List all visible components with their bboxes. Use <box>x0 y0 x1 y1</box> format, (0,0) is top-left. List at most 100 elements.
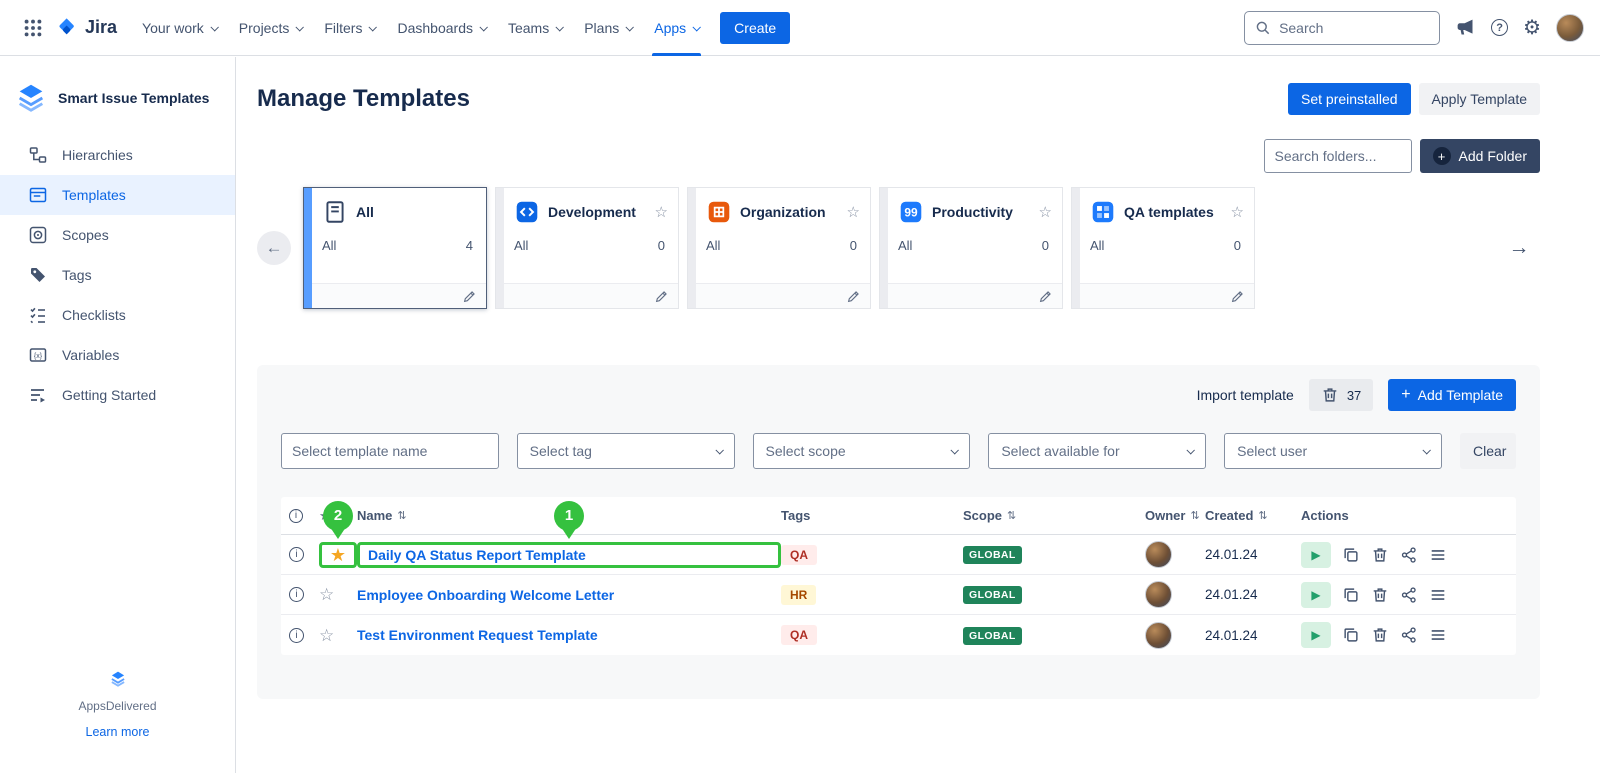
copy-icon[interactable] <box>1342 586 1360 604</box>
help-icon[interactable]: ? <box>1491 19 1508 36</box>
chevron-down-icon <box>296 23 304 31</box>
global-search[interactable] <box>1244 11 1440 45</box>
trash-icon[interactable] <box>1371 586 1389 604</box>
user-avatar[interactable] <box>1556 14 1584 42</box>
edit-pencil-icon[interactable] <box>846 289 861 304</box>
trash-bin-button[interactable]: 37 <box>1309 379 1373 411</box>
more-menu-icon[interactable] <box>1429 626 1447 644</box>
topnav-right: ? ⚙ <box>1244 11 1584 45</box>
more-menu-icon[interactable] <box>1429 546 1447 564</box>
header-name[interactable]: Name <box>357 508 392 523</box>
sort-icon[interactable]: ⇅ <box>1007 509 1016 522</box>
template-name-link[interactable]: Test Environment Request Template <box>357 627 781 643</box>
edit-pencil-icon[interactable] <box>654 289 669 304</box>
sidebar-item-hierarchies[interactable]: Hierarchies <box>0 135 235 175</box>
folder-card-all[interactable]: All All 4 <box>303 187 487 309</box>
appsdelivered-label: AppsDelivered <box>0 699 235 713</box>
info-icon[interactable]: i <box>289 628 304 643</box>
sidebar-item-getting-started[interactable]: Getting Started <box>0 375 235 415</box>
add-folder-button[interactable]: + Add Folder <box>1420 139 1540 173</box>
favorite-star-icon[interactable]: ☆ <box>655 203 668 221</box>
sidebar-item-variables[interactable]: {x} Variables <box>0 335 235 375</box>
nav-filters[interactable]: Filters <box>313 0 386 56</box>
apply-template-play-button[interactable]: ▶ <box>1301 542 1331 568</box>
nav-teams[interactable]: Teams <box>497 0 573 56</box>
nav-apps[interactable]: Apps <box>643 0 710 56</box>
folder-subtitle: All <box>1090 238 1104 253</box>
import-template-link[interactable]: Import template <box>1197 387 1294 403</box>
sidebar-item-templates[interactable]: Templates <box>0 175 235 215</box>
sidebar-item-tags[interactable]: Tags <box>0 255 235 295</box>
clear-filters-button[interactable]: Clear <box>1460 433 1516 469</box>
folder-card-organization[interactable]: Organization ☆ All 0 <box>687 187 871 309</box>
favorite-star-icon[interactable]: ☆ <box>1039 203 1052 221</box>
folder-stripe <box>1072 188 1080 308</box>
sidebar-item-scopes[interactable]: Scopes <box>0 215 235 255</box>
share-icon[interactable] <box>1400 546 1418 564</box>
header-created[interactable]: Created <box>1205 508 1253 523</box>
share-icon[interactable] <box>1400 626 1418 644</box>
filter-user-select[interactable]: Select user <box>1224 433 1442 469</box>
set-preinstalled-button[interactable]: Set preinstalled <box>1288 83 1411 115</box>
annotation-box-name: Daily QA Status Report Template 1 <box>357 542 781 568</box>
folder-card-productivity[interactable]: 99 Productivity ☆ All 0 <box>879 187 1063 309</box>
folder-subtitle: All <box>706 238 720 253</box>
app-switcher-icon[interactable] <box>16 11 50 45</box>
folder-card-development[interactable]: Development ☆ All 0 <box>495 187 679 309</box>
search-input[interactable] <box>1279 20 1429 36</box>
apply-template-play-button[interactable]: ▶ <box>1301 582 1331 608</box>
favorite-star-icon[interactable]: ☆ <box>847 203 860 221</box>
copy-icon[interactable] <box>1342 546 1360 564</box>
favorite-star-icon[interactable]: ☆ <box>1231 203 1244 221</box>
learn-more-link[interactable]: Learn more <box>86 725 150 739</box>
carousel-next-button[interactable]: → <box>1502 231 1536 265</box>
trash-icon[interactable] <box>1371 626 1389 644</box>
chevron-down-icon <box>479 23 487 31</box>
info-icon[interactable]: i <box>289 547 304 562</box>
favorite-star-icon[interactable]: ☆ <box>319 627 357 644</box>
owner-avatar[interactable] <box>1145 541 1172 568</box>
favorite-star-icon[interactable]: ☆ <box>319 586 357 603</box>
search-folders-input[interactable] <box>1264 139 1412 173</box>
header-owner[interactable]: Owner <box>1145 508 1185 523</box>
info-icon[interactable]: i <box>289 587 304 602</box>
copy-icon[interactable] <box>1342 626 1360 644</box>
favorite-star-icon[interactable]: ★ <box>330 546 346 564</box>
jira-logo[interactable]: Jira <box>56 17 117 39</box>
apply-template-play-button[interactable]: ▶ <box>1301 622 1331 648</box>
created-date: 24.01.24 <box>1205 628 1301 643</box>
filter-template-name-input[interactable] <box>281 433 499 469</box>
nav-dashboards[interactable]: Dashboards <box>386 0 497 56</box>
tag-badge: QA <box>781 545 817 565</box>
edit-pencil-icon[interactable] <box>1230 289 1245 304</box>
template-name-link[interactable]: Daily QA Status Report Template <box>368 547 586 563</box>
filter-tag-select[interactable]: Select tag <box>517 433 735 469</box>
carousel-prev-button[interactable]: ← <box>257 231 291 265</box>
sort-icon[interactable]: ⇅ <box>1258 509 1267 522</box>
template-name-link[interactable]: Employee Onboarding Welcome Letter <box>357 587 781 603</box>
apply-template-button[interactable]: Apply Template <box>1419 83 1540 115</box>
more-menu-icon[interactable] <box>1429 586 1447 604</box>
owner-avatar[interactable] <box>1145 622 1172 649</box>
filter-scope-select[interactable]: Select scope <box>753 433 971 469</box>
edit-pencil-icon[interactable] <box>462 289 477 304</box>
folder-card-qa-templates[interactable]: QA templates ☆ All 0 <box>1071 187 1255 309</box>
filter-available-for-select[interactable]: Select available for <box>988 433 1206 469</box>
nav-projects[interactable]: Projects <box>228 0 314 56</box>
sort-icon[interactable]: ⇅ <box>1190 509 1199 522</box>
add-template-button[interactable]: + Add Template <box>1388 379 1516 411</box>
header-scope[interactable]: Scope <box>963 508 1002 523</box>
chevron-down-icon <box>693 23 701 31</box>
nav-your-work[interactable]: Your work <box>131 0 228 56</box>
announcements-megaphone-icon[interactable] <box>1455 17 1476 38</box>
app-title: Smart Issue Templates <box>58 90 209 106</box>
edit-pencil-icon[interactable] <box>1038 289 1053 304</box>
owner-avatar[interactable] <box>1145 581 1172 608</box>
sidebar-item-checklists[interactable]: Checklists <box>0 295 235 335</box>
share-icon[interactable] <box>1400 586 1418 604</box>
trash-icon[interactable] <box>1371 546 1389 564</box>
nav-plans[interactable]: Plans <box>573 0 643 56</box>
sort-icon[interactable]: ⇅ <box>397 509 406 522</box>
create-button[interactable]: Create <box>720 12 790 44</box>
settings-gear-icon[interactable]: ⚙ <box>1523 18 1541 38</box>
